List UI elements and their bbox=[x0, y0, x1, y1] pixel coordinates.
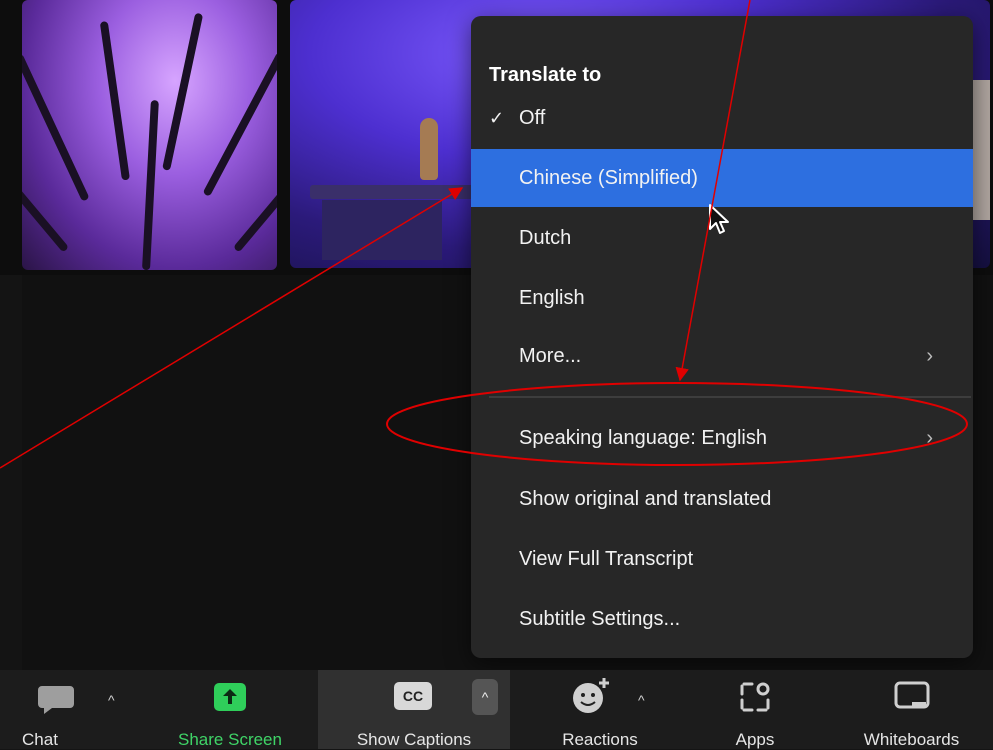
menu-divider bbox=[489, 396, 971, 398]
apps-icon bbox=[740, 682, 770, 712]
apps-label: Apps bbox=[735, 730, 775, 749]
menu-item-label: Show original and translated bbox=[519, 488, 772, 510]
menu-item-show-original-and-translated[interactable]: Show original and translated bbox=[471, 470, 973, 528]
menu-item-more[interactable]: More... › bbox=[471, 327, 973, 385]
participant-video-tile[interactable] bbox=[22, 0, 277, 270]
menu-header: Translate to bbox=[489, 64, 602, 86]
menu-item-english[interactable]: English bbox=[471, 269, 973, 327]
menu-item-label: More... bbox=[519, 345, 582, 367]
menu-item-off[interactable]: ✓ Off bbox=[471, 89, 973, 147]
menu-item-label: View Full Transcript bbox=[519, 548, 694, 570]
menu-item-label: Subtitle Settings... bbox=[519, 608, 681, 630]
menu-item-view-full-transcript[interactable]: View Full Transcript bbox=[471, 530, 973, 588]
chevron-up-icon[interactable]: ^ bbox=[108, 692, 115, 708]
smiley-plus-icon bbox=[573, 678, 609, 713]
plant-image bbox=[22, 0, 277, 270]
whiteboards-button[interactable]: Whiteboards bbox=[830, 670, 993, 749]
cc-icon: CC bbox=[394, 682, 432, 710]
show-captions-label: Show Captions bbox=[356, 730, 472, 749]
menu-item-label: Dutch bbox=[519, 227, 572, 249]
chat-label: Chat bbox=[22, 730, 58, 749]
lamp-image bbox=[420, 118, 438, 180]
menu-item-speaking-language[interactable]: Speaking language: English › bbox=[471, 409, 973, 467]
share-screen-button[interactable]: Share Screen bbox=[150, 670, 310, 749]
chevron-up-icon[interactable]: ^ bbox=[638, 692, 645, 708]
chevron-right-icon: › bbox=[926, 345, 933, 367]
show-captions-button[interactable]: CC ^ Show Captions bbox=[318, 670, 510, 749]
chevron-right-icon: › bbox=[926, 427, 933, 449]
books-image bbox=[322, 200, 442, 260]
reactions-button[interactable]: ^ Reactions bbox=[520, 670, 680, 749]
mouse-cursor-icon bbox=[709, 204, 729, 234]
translate-menu: Translate to ✓ Off Chinese (Simplified) … bbox=[471, 16, 973, 658]
menu-item-label: English bbox=[519, 287, 585, 309]
share-screen-label: Share Screen bbox=[178, 730, 282, 749]
menu-item-label: Off bbox=[519, 107, 546, 129]
whiteboards-label: Whiteboards bbox=[863, 730, 960, 749]
menu-item-subtitle-settings[interactable]: Subtitle Settings... bbox=[471, 590, 973, 648]
menu-item-chinese-simplified[interactable]: Chinese (Simplified) bbox=[471, 149, 973, 207]
apps-button[interactable]: Apps bbox=[700, 670, 810, 749]
chat-button[interactable]: ^ Chat bbox=[0, 670, 115, 749]
speech-bubble-icon bbox=[38, 686, 74, 714]
share-up-arrow-icon bbox=[214, 683, 246, 711]
whiteboard-icon bbox=[894, 681, 929, 709]
chevron-up-icon[interactable]: ^ bbox=[472, 679, 498, 715]
menu-item-label: Chinese (Simplified) bbox=[519, 167, 698, 189]
checkmark-icon: ✓ bbox=[489, 108, 505, 128]
reactions-label: Reactions bbox=[562, 730, 638, 749]
meeting-toolbar: ^ Chat Share Screen CC ^ Show Captions ^… bbox=[0, 670, 993, 749]
menu-item-label: Speaking language: English bbox=[519, 427, 767, 449]
